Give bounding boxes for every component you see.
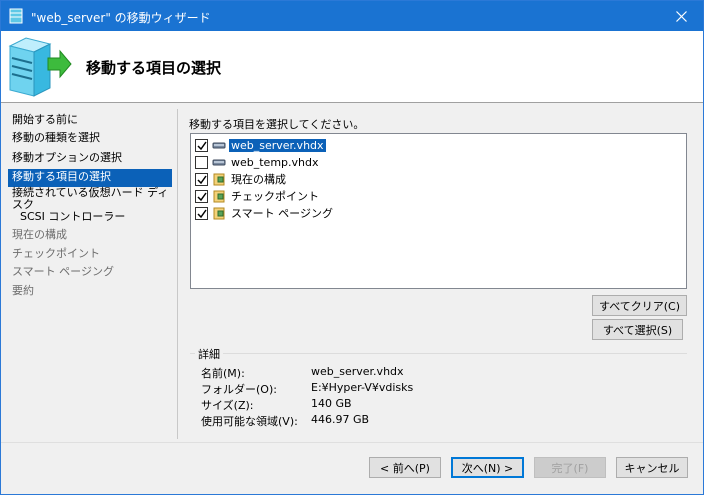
- nav-divider: [177, 109, 178, 439]
- nav-item-summary: 要約: [12, 284, 34, 297]
- detail-label-name: 名前(M):: [201, 367, 245, 380]
- list-item[interactable]: web_temp.vhdx: [195, 154, 321, 170]
- detail-label-size: サイズ(Z):: [201, 399, 254, 412]
- nav-item-current-config: 現在の構成: [12, 228, 67, 241]
- detail-value-folder: E:¥Hyper-V¥vdisks: [311, 381, 414, 394]
- checkmark-icon: [197, 141, 207, 150]
- close-button[interactable]: [659, 1, 703, 31]
- list-item[interactable]: web_server.vhdx: [195, 137, 327, 153]
- nav-item-select-items[interactable]: 移動する項目の選択: [8, 169, 172, 187]
- item-label: スマート ページング: [231, 207, 333, 220]
- nav-item-attached-vhd[interactable]: 接続されている仮想ハード ディスク: [8, 187, 172, 211]
- detail-value-free-space: 446.97 GB: [311, 413, 370, 426]
- disk-icon: [212, 155, 226, 169]
- item-checkbox[interactable]: [195, 206, 208, 220]
- detail-label-free-space: 使用可能な領域(V):: [201, 415, 298, 428]
- item-checkbox[interactable]: [195, 155, 208, 169]
- next-button[interactable]: 次へ(N) >: [451, 457, 524, 478]
- cancel-button[interactable]: キャンセル: [616, 457, 688, 478]
- wizard-steps-nav: 開始する前に 移動の種類を選択 移動オプションの選択 移動する項目の選択 接続さ…: [1, 109, 173, 309]
- wizard-header: 移動する項目の選択: [1, 31, 703, 103]
- close-icon: [675, 10, 687, 22]
- list-item[interactable]: スマート ページング: [195, 205, 335, 221]
- item-label: チェックポイント: [231, 190, 319, 203]
- move-wizard-window: "web_server" の移動ウィザード 移動する項目の選択 開始する前に 移…: [0, 0, 704, 495]
- detail-value-size: 140 GB: [311, 397, 352, 410]
- nav-item-checkpoints: チェックポイント: [12, 247, 100, 260]
- window-title: "web_server" の移動ウィザード: [31, 11, 211, 25]
- disk-icon: [212, 138, 226, 152]
- clear-all-button[interactable]: すべてクリア(C): [592, 295, 687, 316]
- items-listbox[interactable]: web_server.vhdx web_temp.vhdx 現在の構成 チェック…: [190, 133, 687, 289]
- config-folder-icon: [212, 172, 226, 186]
- nav-item-before-you-begin[interactable]: 開始する前に: [8, 112, 172, 130]
- server-move-icon: [8, 36, 72, 98]
- nav-item-scsi-controller[interactable]: SCSI コントローラー: [8, 209, 172, 227]
- title-bar: "web_server" の移動ウィザード: [1, 1, 703, 31]
- footer-divider: [1, 442, 703, 443]
- page-title: 移動する項目の選択: [86, 59, 222, 77]
- item-label: web_temp.vhdx: [231, 155, 319, 169]
- item-checkbox[interactable]: [195, 172, 208, 186]
- item-label: web_server.vhdx: [228, 137, 327, 153]
- config-folder-icon: [212, 189, 226, 203]
- detail-value-name: web_server.vhdx: [311, 365, 404, 378]
- select-all-button[interactable]: すべて選択(S): [592, 319, 683, 340]
- list-item[interactable]: チェックポイント: [195, 188, 321, 204]
- nav-item-smart-paging: スマート ページング: [12, 265, 114, 278]
- nav-item-move-type[interactable]: 移動の種類を選択: [8, 130, 172, 148]
- checkmark-icon: [197, 209, 207, 218]
- checkmark-icon: [197, 175, 207, 184]
- item-checkbox[interactable]: [195, 189, 208, 203]
- checkmark-icon: [197, 192, 207, 201]
- instruction-text: 移動する項目を選択してください。: [189, 118, 365, 131]
- item-checkbox[interactable]: [195, 138, 208, 152]
- server-app-icon: [9, 8, 23, 24]
- nav-item-move-options[interactable]: 移動オプションの選択: [8, 150, 172, 168]
- config-folder-icon: [212, 206, 226, 220]
- finish-button[interactable]: 完了(F): [534, 457, 606, 478]
- details-title: 詳細: [195, 346, 223, 362]
- detail-label-folder: フォルダー(O):: [201, 383, 277, 396]
- back-button[interactable]: < 前へ(P): [369, 457, 441, 478]
- item-label: 現在の構成: [231, 173, 286, 186]
- list-item[interactable]: 現在の構成: [195, 171, 288, 187]
